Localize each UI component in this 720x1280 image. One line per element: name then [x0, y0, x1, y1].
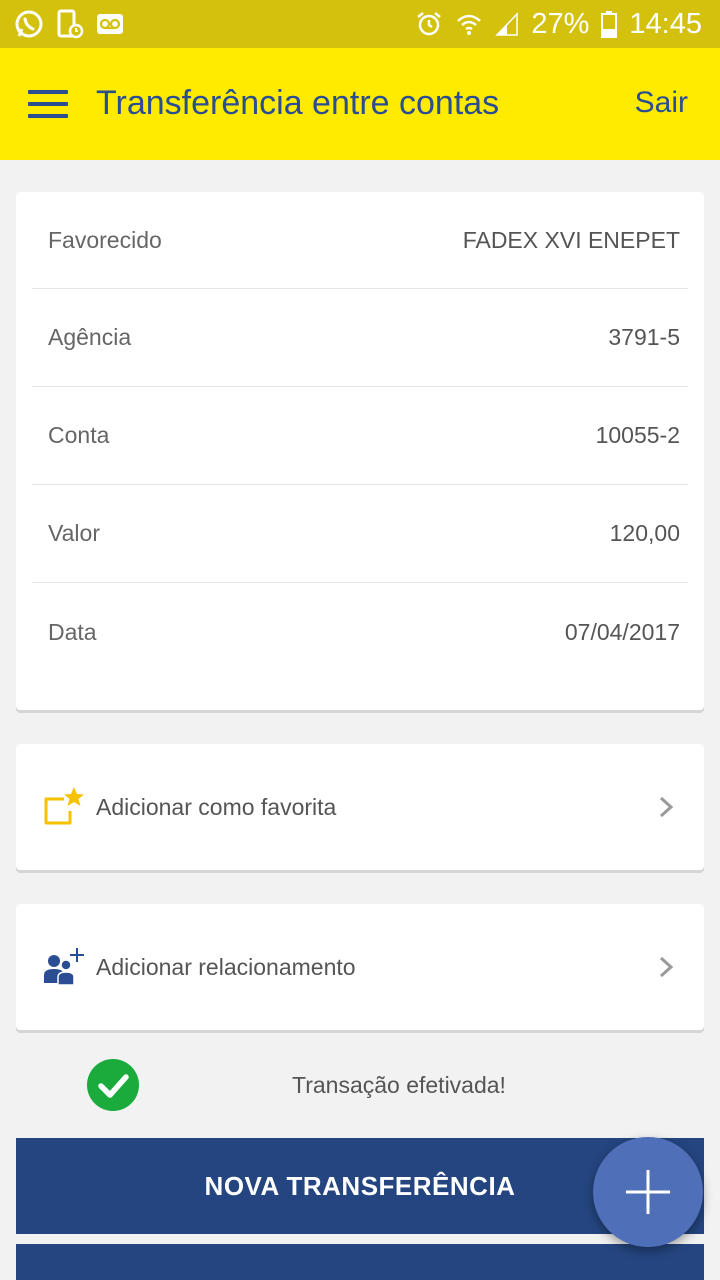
detail-label: Favorecido — [48, 226, 162, 253]
secondary-button[interactable] — [16, 1244, 704, 1280]
detail-value: 3791-5 — [608, 324, 680, 350]
menu-line — [28, 114, 68, 118]
page-title: Transferência entre contas — [96, 84, 500, 122]
app-bar: Transferência entre contas Sair — [0, 48, 720, 160]
whatsapp-icon — [15, 10, 43, 38]
battery-icon — [601, 11, 618, 38]
add-relationship-label: Adicionar relacionamento — [96, 953, 356, 980]
chevron-right-icon — [659, 956, 674, 978]
signal-icon — [495, 12, 519, 36]
transfer-details-card: Favorecido FADEX XVI ENEPET Agência 3791… — [16, 192, 704, 710]
success-message: Transação efetivada! — [0, 1058, 720, 1114]
chevron-right-icon — [659, 796, 674, 818]
logout-button[interactable]: Sair — [635, 86, 688, 120]
menu-line — [28, 102, 68, 106]
menu-line — [28, 90, 68, 94]
detail-row-conta: Conta 10055-2 — [32, 387, 688, 485]
detail-row-data: Data 07/04/2017 — [32, 583, 688, 681]
status-bar-left — [14, 9, 124, 39]
detail-value: 07/04/2017 — [564, 618, 680, 645]
detail-label: Data — [48, 618, 97, 645]
add-favorite-button[interactable]: Adicionar como favorita — [16, 744, 704, 870]
detail-row-agencia: Agência 3791-5 — [32, 289, 688, 387]
plus-icon — [626, 1170, 670, 1214]
voicemail-icon — [97, 14, 123, 34]
detail-label: Agência — [48, 324, 132, 350]
detail-row-favorecido: Favorecido FADEX XVI ENEPET — [32, 192, 688, 289]
detail-row-valor: Valor 120,00 — [32, 485, 688, 583]
success-text: Transação efetivada! — [292, 1072, 506, 1098]
add-relationship-button[interactable]: Adicionar relacionamento — [16, 904, 704, 1030]
detail-label: Conta — [48, 422, 110, 448]
phone-clock-icon — [57, 9, 84, 39]
favorite-star-icon — [44, 787, 84, 825]
battery-percent: 27% — [531, 7, 590, 40]
status-bar-right: 27% 14:45 — [415, 8, 702, 41]
detail-value: FADEX XVI ENEPET — [462, 226, 680, 253]
alarm-icon — [417, 12, 442, 36]
hamburger-menu-icon[interactable] — [28, 90, 68, 118]
detail-value: 120,00 — [609, 520, 680, 546]
detail-value: 10055-2 — [595, 422, 680, 448]
detail-label: Valor — [48, 520, 100, 546]
fab-add-button[interactable] — [593, 1137, 703, 1247]
clock: 14:45 — [629, 7, 702, 40]
check-circle-icon — [87, 1059, 139, 1111]
add-person-icon — [44, 948, 84, 986]
add-favorite-label: Adicionar como favorita — [96, 793, 337, 820]
status-bar: 27% 14:45 — [0, 0, 720, 48]
wifi-icon — [457, 14, 482, 35]
